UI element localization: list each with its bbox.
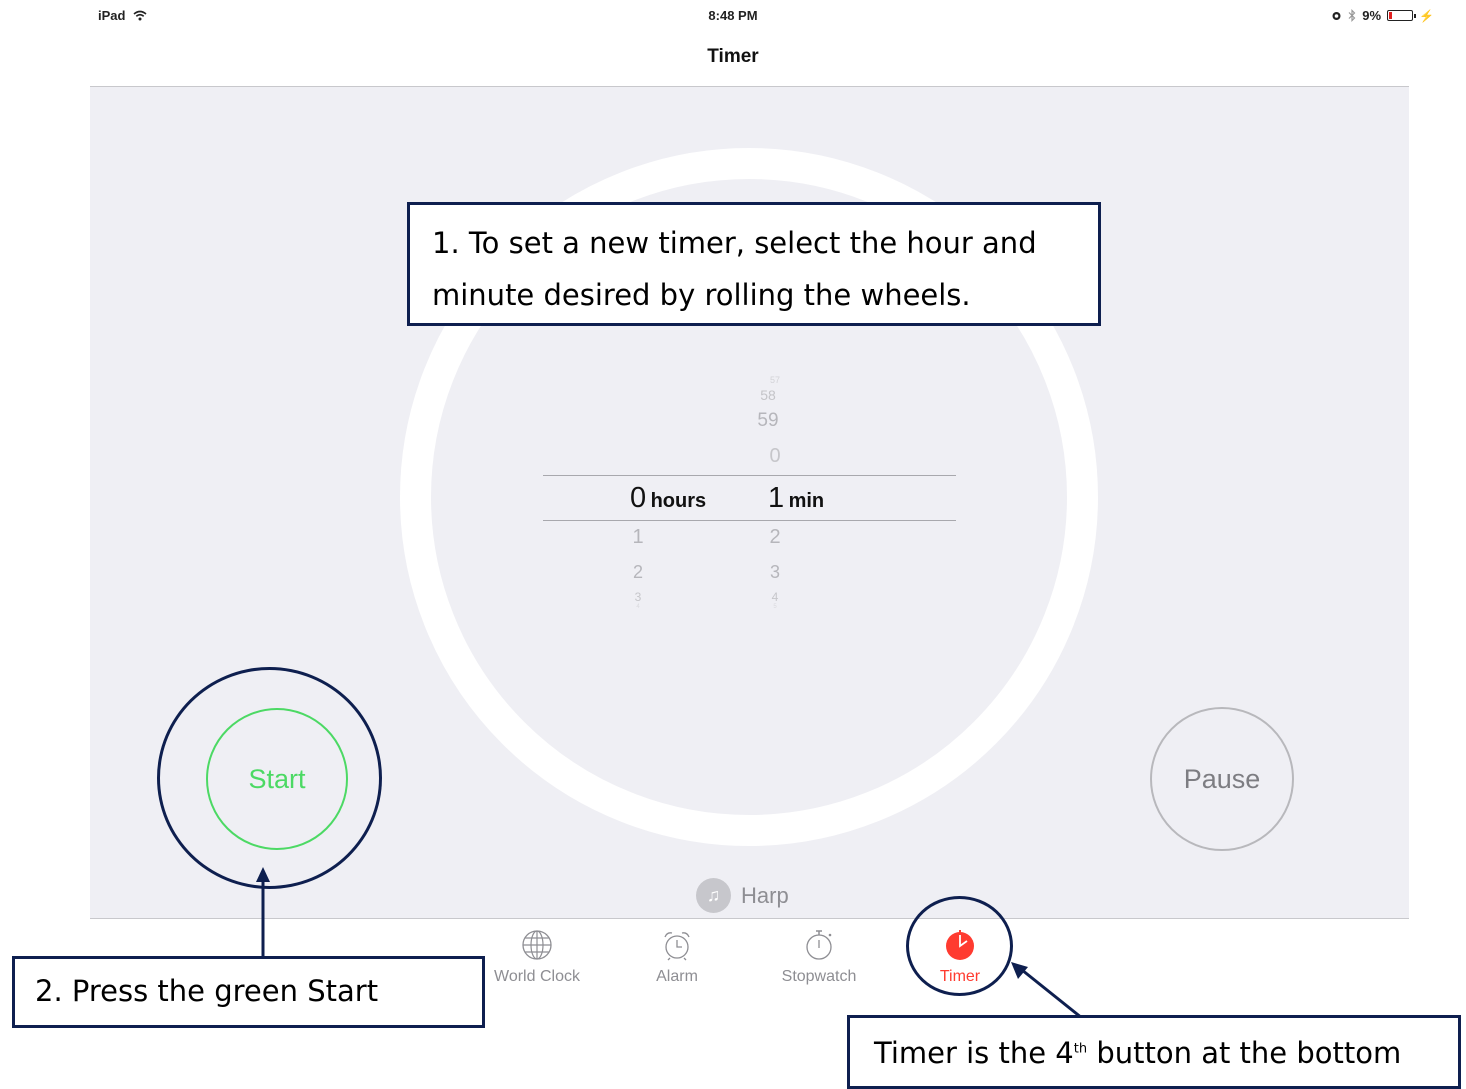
callout-1-line-2: minute desired by rolling the wheels. (432, 278, 971, 312)
callout-1-line-1: 1. To set a new timer, select the hour a… (432, 226, 1037, 260)
timer-arrow-head (1011, 962, 1028, 979)
annotation-arrows (256, 867, 1083, 1020)
instruction-callout-2: 2. Press the green Start (12, 956, 485, 1028)
callout-3-text: Timer is the 4 (874, 1036, 1074, 1070)
callout-2-text: 2. Press the green Start (35, 974, 379, 1008)
instruction-callout-1: 1. To set a new timer, select the hour a… (407, 202, 1101, 326)
start-highlight-circle (157, 667, 382, 889)
timer-arrow-line (1021, 968, 1083, 1020)
timer-highlight-circle (906, 896, 1013, 996)
callout-3-superscript: th (1073, 1041, 1088, 1057)
instruction-callout-3: Timer is the 4th button at the bottom (847, 1015, 1461, 1089)
callout-3-text-end: button at the bottom (1087, 1036, 1402, 1070)
